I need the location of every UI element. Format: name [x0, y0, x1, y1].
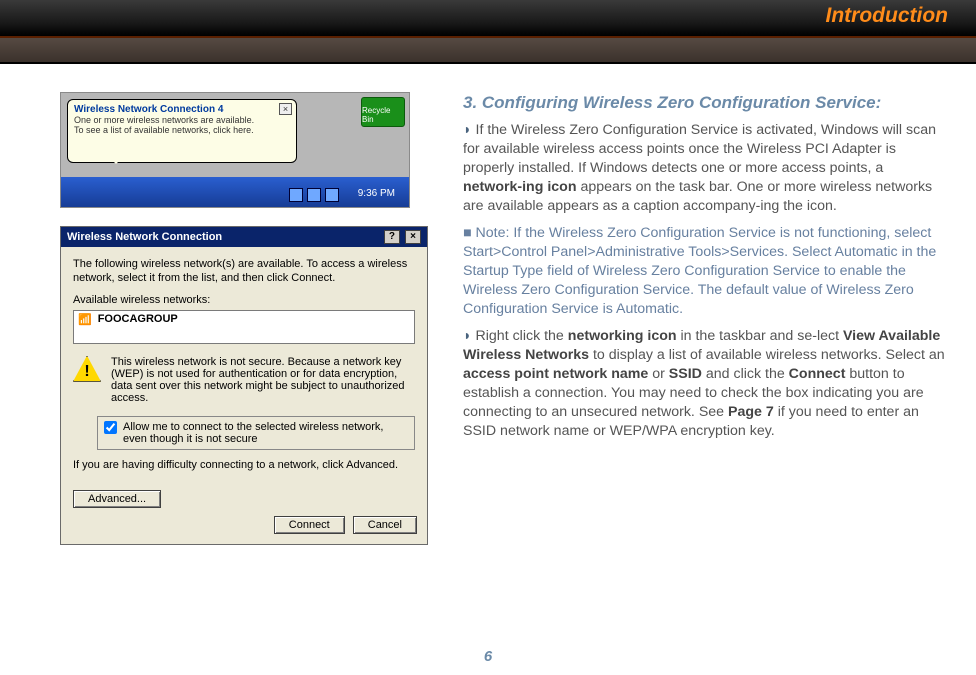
allow-insecure-checkbox[interactable]	[104, 421, 117, 434]
p2-bold6: Page 7	[728, 404, 774, 420]
dialog-titlebar: Wireless Network Connection ? ×	[61, 227, 427, 247]
tray-icon	[325, 188, 339, 202]
taskbar-balloon-screenshot: Recycle Bin × Wireless Network Connectio…	[60, 92, 410, 208]
warning-row: ! This wireless network is not secure. B…	[73, 354, 415, 412]
notification-balloon: × Wireless Network Connection 4 One or m…	[67, 99, 297, 163]
left-column: Recycle Bin × Wireless Network Connectio…	[60, 92, 445, 545]
network-ssid: FOOCAGROUP	[98, 313, 178, 325]
taskbar: 9:36 PM	[61, 177, 409, 207]
section-heading: 3. Configuring Wireless Zero Configurati…	[463, 92, 946, 115]
p2-bold4: SSID	[669, 366, 702, 382]
page-title: Introduction	[826, 4, 948, 28]
header-bar: Introduction	[0, 0, 976, 36]
signal-icon: 📶	[78, 313, 92, 326]
tray-icon	[307, 188, 321, 202]
available-networks-label: Available wireless networks:	[73, 294, 415, 306]
dialog-title-text: Wireless Network Connection	[67, 231, 222, 243]
p2-d: or	[648, 366, 669, 382]
allow-insecure-row: Allow me to connect to the selected wire…	[97, 416, 415, 450]
advanced-row: Advanced...	[61, 490, 427, 510]
p2-b: in the taskbar and se-lect	[677, 328, 843, 344]
difficulty-text: If you are having difficulty connecting …	[73, 458, 415, 472]
page-number: 6	[0, 648, 976, 665]
p2-e: and click the	[702, 366, 789, 382]
dialog-button-row: Connect Cancel	[61, 510, 427, 544]
p2-bold5: Connect	[789, 366, 846, 382]
balloon-close-icon: ×	[279, 103, 292, 115]
p2-bold3: access point network name	[463, 366, 648, 382]
paragraph-2: Right click the networking icon in the t…	[463, 327, 946, 441]
p1-text-a: If the Wireless Zero Configuration Servi…	[463, 122, 936, 176]
tray-icons	[289, 188, 339, 202]
network-list-item[interactable]: 📶 FOOCAGROUP	[78, 313, 410, 326]
taskbar-clock: 9:36 PM	[358, 188, 395, 199]
content-area: Recycle Bin × Wireless Network Connectio…	[0, 64, 976, 545]
connect-button[interactable]: Connect	[274, 516, 345, 534]
warning-icon: !	[73, 356, 101, 382]
warning-text: This wireless network is not secure. Bec…	[111, 356, 415, 404]
advanced-button[interactable]: Advanced...	[73, 490, 161, 508]
tray-icon	[289, 188, 303, 202]
right-column: 3. Configuring Wireless Zero Configurati…	[463, 92, 946, 545]
dialog-body: The following wireless network(s) are av…	[61, 247, 427, 490]
note-paragraph: Note: If the Wireless Zero Configuration…	[463, 224, 946, 319]
close-button[interactable]: ×	[405, 230, 421, 244]
dialog-intro-text: The following wireless network(s) are av…	[73, 257, 415, 286]
help-button[interactable]: ?	[384, 230, 400, 244]
p1-bold-networking-icon: network-ing icon	[463, 179, 577, 195]
paragraph-1: If the Wireless Zero Configuration Servi…	[463, 121, 946, 216]
p2-c: to display a list of available wireless …	[589, 347, 945, 363]
wireless-dialog: Wireless Network Connection ? × The foll…	[60, 226, 428, 545]
titlebar-buttons: ? ×	[382, 230, 421, 244]
balloon-title: Wireless Network Connection 4	[74, 104, 290, 115]
cancel-button[interactable]: Cancel	[353, 516, 417, 534]
balloon-line2: To see a list of available networks, cli…	[74, 125, 290, 135]
recycle-bin-icon: Recycle Bin	[361, 97, 405, 127]
p2-a: Right click the	[476, 328, 568, 344]
networks-listbox[interactable]: 📶 FOOCAGROUP	[73, 310, 415, 344]
balloon-line1: One or more wireless networks are availa…	[74, 115, 290, 125]
header-stripe	[0, 36, 976, 62]
p2-bold1: networking icon	[568, 328, 677, 344]
allow-insecure-label: Allow me to connect to the selected wire…	[123, 421, 408, 445]
